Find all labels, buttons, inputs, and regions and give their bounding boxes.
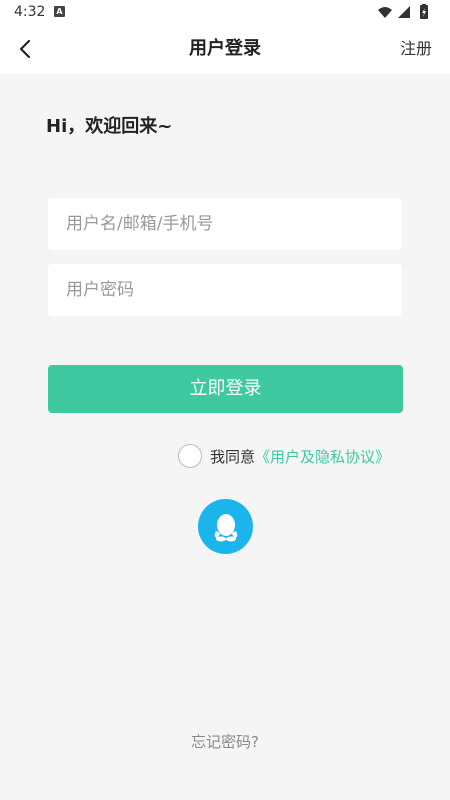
username-field-box xyxy=(48,198,402,250)
header-bar: 用户登录 注册 xyxy=(0,24,450,74)
signal-icon xyxy=(398,6,410,18)
back-button[interactable] xyxy=(8,32,42,66)
qq-login-button[interactable] xyxy=(198,499,253,554)
agreement-prefix: 我同意 xyxy=(210,447,256,466)
forgot-password-link[interactable]: 忘记密码? xyxy=(0,731,450,752)
chevron-left-icon xyxy=(19,39,31,59)
page-title: 用户登录 xyxy=(189,38,261,59)
login-button[interactable]: 立即登录 xyxy=(48,365,403,413)
greeting-text: Hi，欢迎回来~ xyxy=(46,116,173,137)
qq-penguin-icon xyxy=(214,513,237,541)
privacy-agreement-link[interactable]: 《用户及隐私协议》 xyxy=(255,446,390,467)
notification-app-icon: A xyxy=(54,6,65,17)
agreement-checkbox[interactable] xyxy=(178,444,202,468)
password-field-box xyxy=(48,264,402,316)
register-button[interactable]: 注册 xyxy=(400,24,432,74)
status-bar: 4:32 A xyxy=(0,0,450,24)
battery-icon xyxy=(420,4,428,19)
username-input[interactable] xyxy=(66,198,384,250)
agreement-row: 我同意 《用户及隐私协议》 xyxy=(178,442,390,470)
status-icons xyxy=(378,4,428,19)
wifi-icon xyxy=(378,7,392,18)
status-time: 4:32 xyxy=(14,4,46,20)
password-input[interactable] xyxy=(66,264,384,316)
